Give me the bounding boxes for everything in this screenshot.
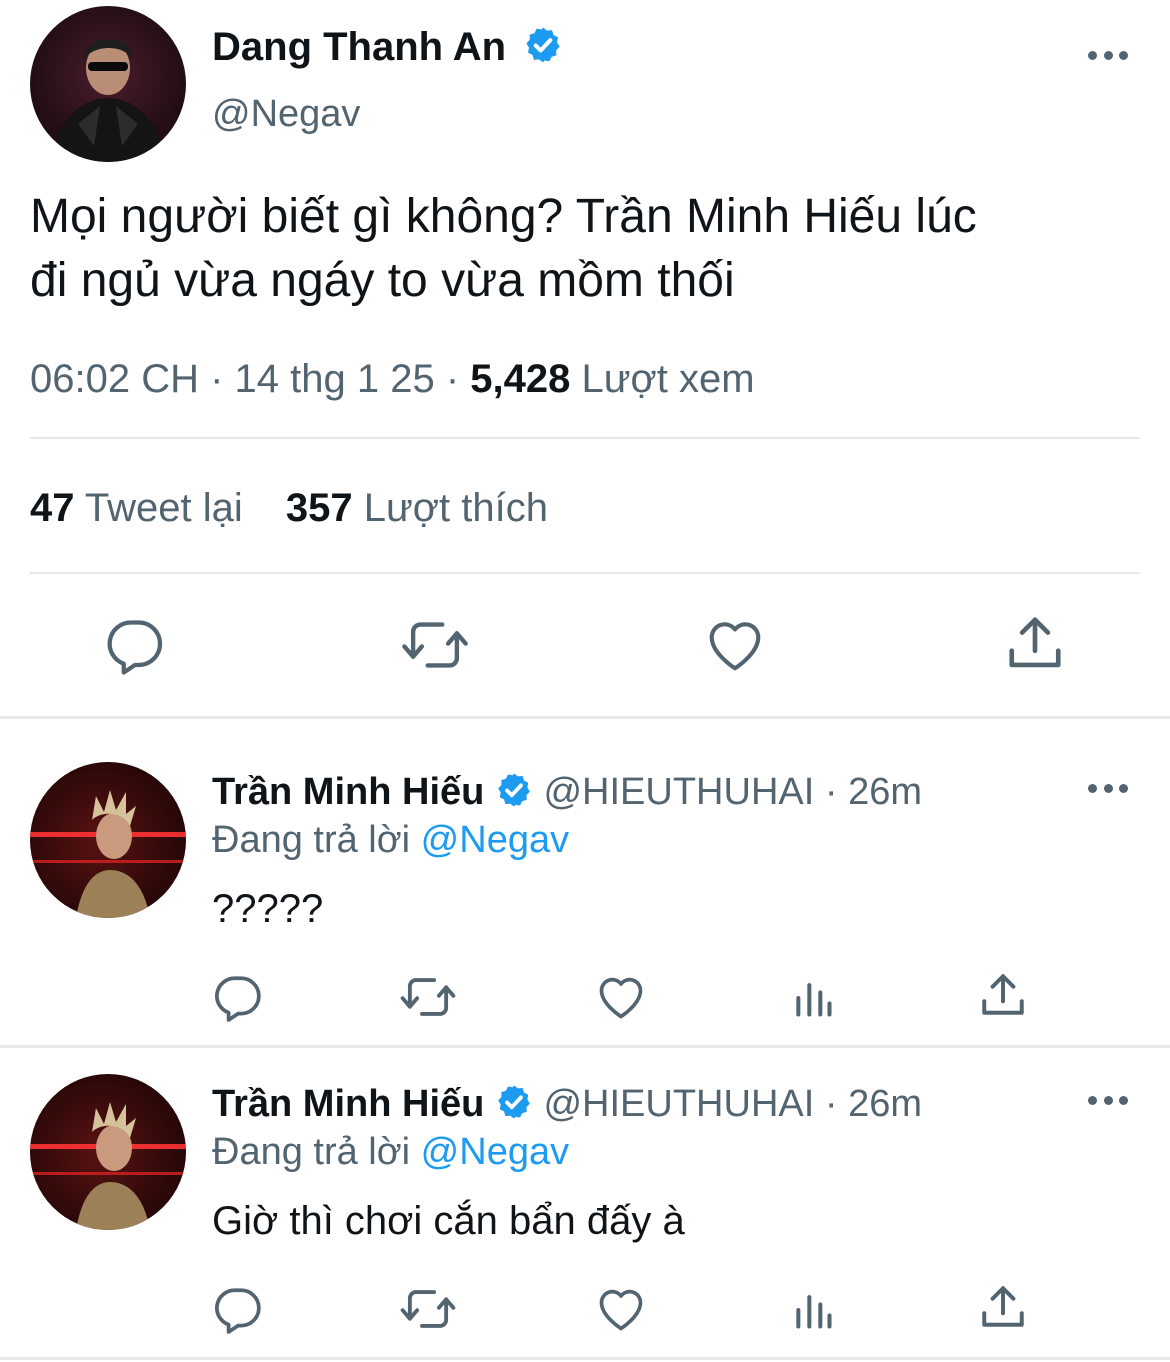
reply-avatar[interactable] [30,762,186,918]
reply-author-name[interactable]: Trần Minh Hiếu [212,771,484,813]
retweet-icon[interactable] [399,968,457,1026]
replying-to: Đang trả lời @Negav [212,1128,569,1176]
author-name-text[interactable]: Dang Thanh An [212,25,506,69]
verified-badge-icon [523,25,563,65]
replying-to-prefix: Đang trả lời [212,1131,411,1173]
like-icon[interactable] [704,614,766,676]
replying-to-prefix: Đang trả lời [212,819,411,861]
likes-count: 357 [285,486,353,530]
more-icon[interactable] [1088,1090,1128,1110]
replying-to-handle[interactable]: @Negav [421,819,569,861]
views-label: Lượt xem [581,357,755,401]
section-divider [0,1045,1170,1048]
tweet-meta: 06:02 CH · 14 thg 1 25 · 5,428 Lượt xem [30,354,755,404]
reply-icon[interactable] [213,1284,263,1334]
section-divider [0,1357,1170,1360]
reply-text: Giờ thì chơi cắn bẩn đấy à [212,1199,685,1243]
like-icon[interactable] [595,971,647,1023]
likes-label: Lượt thích [363,486,548,530]
reply-time[interactable]: 26m [848,771,922,813]
divider [30,572,1140,574]
reply-separator: · [814,771,849,813]
retweets-label: Tweet lại [84,486,243,530]
views-count: 5,428 [470,357,571,401]
retweet-icon[interactable] [399,1280,457,1338]
tweet-time: 06:02 CH [30,357,199,401]
tweet-text-line1: Mọi người biết gì không? Trần Minh Hiếu … [30,190,977,243]
section-divider [0,716,1170,719]
replying-to-handle[interactable]: @Negav [421,1131,569,1173]
likes-stat[interactable]: 357 Lượt thích [286,486,548,530]
meta-separator: · [434,357,471,401]
reply-separator: · [814,1083,849,1125]
reply-avatar[interactable] [30,1074,186,1230]
reply-time[interactable]: 26m [848,1083,922,1125]
retweets-count: 47 [30,486,75,530]
reply-header: Trần Minh Hiếu @HIEUTHUHAI · 26m [212,1080,922,1128]
retweets-stat[interactable]: 47 Tweet lại [30,486,254,530]
verified-badge-icon [495,1083,533,1121]
author-avatar[interactable] [30,6,186,162]
reply-handle[interactable]: @HIEUTHUHAI [543,771,814,813]
meta-separator: · [198,357,235,401]
reply-header: Trần Minh Hiếu @HIEUTHUHAI · 26m [212,768,922,816]
retweet-icon[interactable] [400,610,470,680]
reply-text: ????? [212,887,324,931]
reply-handle[interactable]: @HIEUTHUHAI [543,1083,814,1125]
analytics-icon[interactable] [791,1288,835,1332]
replying-to: Đang trả lời @Negav [212,816,569,864]
more-icon[interactable] [1088,778,1128,798]
engagement-stats: 47 Tweet lại 357 Lượt thích [30,483,548,533]
reply-icon[interactable] [213,972,263,1022]
tweet-text-line2: đi ngủ vừa ngáy to vừa mồm thối [30,254,735,307]
tweet-date: 14 thg 1 25 [234,357,435,401]
author-handle[interactable]: @Negav [212,90,360,138]
share-icon[interactable] [978,970,1028,1020]
like-icon[interactable] [595,1283,647,1335]
reply-author-name[interactable]: Trần Minh Hiếu [212,1083,484,1125]
divider [30,437,1140,439]
analytics-icon[interactable] [791,976,835,1020]
tweet-text: Mọi người biết gì không? Trần Minh Hiếu … [30,185,977,313]
verified-badge-icon [495,771,533,809]
more-icon[interactable] [1088,45,1128,65]
author-name[interactable]: Dang Thanh An [212,22,563,72]
reply-icon[interactable] [105,615,165,675]
share-icon[interactable] [978,1282,1028,1332]
share-icon[interactable] [1004,612,1066,674]
